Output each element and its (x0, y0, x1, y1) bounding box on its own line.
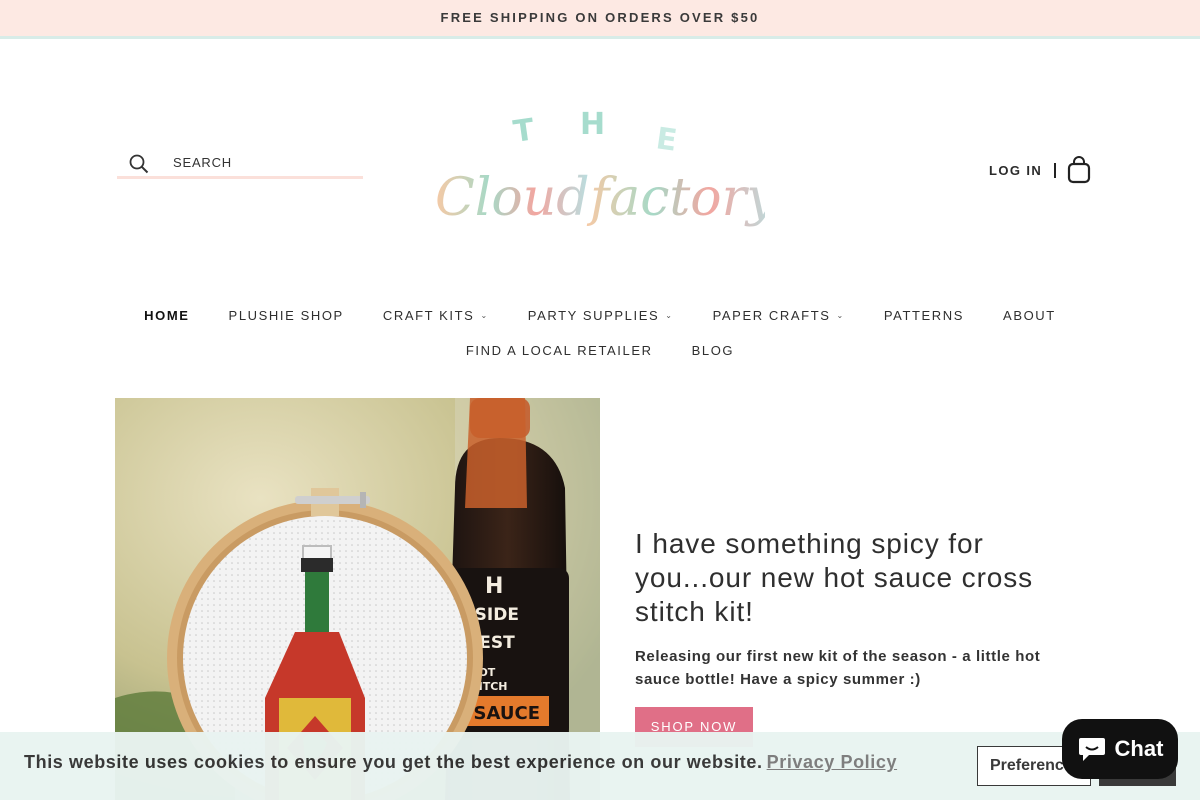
nav-item-home[interactable]: HOME (144, 308, 189, 323)
nav-item-label: BLOG (691, 342, 735, 358)
svg-text:Cloud: Cloud (435, 168, 590, 228)
chat-widget-button[interactable]: Chat (1062, 719, 1178, 779)
nav-item-label: CRAFT KITS (382, 307, 475, 323)
nav-item-label: PLUSHIE SHOP (228, 307, 344, 323)
account-area: LOG IN (989, 150, 1091, 190)
chevron-down-icon: ⌄ (480, 310, 489, 320)
hero-title: I have something spicy for you...our new… (635, 528, 1034, 627)
nav-item-label: PAPER CRAFTS (712, 307, 831, 323)
search-field[interactable]: SEARCH (117, 148, 363, 179)
account-separator (1054, 162, 1057, 178)
nav-item-label: PATTERNS (883, 307, 965, 323)
main-nav-secondary: FIND A LOCAL RETAILER BLOG (0, 340, 1200, 360)
nav-item-plushie-shop[interactable]: PLUSHIE SHOP (229, 308, 344, 323)
nav-item-craft-kits[interactable]: CRAFT KITS ⌄ (383, 308, 489, 323)
privacy-policy-link[interactable]: Privacy Policy (767, 752, 897, 772)
search-icon[interactable] (129, 154, 149, 174)
svg-text:factory: factory (586, 168, 765, 228)
nav-item-patterns[interactable]: PATTERNS (884, 308, 964, 323)
nav-item-label: PARTY SUPPLIES (527, 307, 660, 323)
svg-text:H: H (485, 574, 503, 599)
chevron-down-icon: ⌄ (836, 310, 845, 320)
announcement-divider (0, 36, 1200, 39)
chat-bubble-icon (1078, 738, 1105, 761)
announcement-bar: FREE SHIPPING ON ORDERS OVER $50 (0, 0, 1200, 36)
cookie-text: This website uses cookies to ensure you … (24, 752, 763, 772)
site-logo[interactable]: T H E Cloud factory (425, 100, 765, 250)
nav-item-party-supplies[interactable]: PARTY SUPPLIES ⌄ (528, 308, 674, 323)
nav-item-label: FIND A LOCAL RETAILER (465, 342, 653, 358)
login-link[interactable]: LOG IN (989, 163, 1042, 178)
search-label[interactable]: SEARCH (173, 155, 232, 170)
svg-text:E: E (654, 121, 679, 159)
chevron-down-icon: ⌄ (665, 310, 674, 320)
nav-item-find-a-local-retailer[interactable]: FIND A LOCAL RETAILER (466, 343, 653, 358)
svg-text:T: T (511, 112, 537, 150)
svg-text:H: H (580, 107, 605, 142)
cookie-banner: This website uses cookies to ensure you … (0, 732, 1200, 800)
cart-icon[interactable] (1067, 156, 1091, 184)
cookie-message: This website uses cookies to ensure you … (24, 752, 897, 773)
main-nav: HOME PLUSHIE SHOP CRAFT KITS ⌄ PARTY SUPPLIE… (0, 305, 1200, 325)
chat-label: Chat (1114, 736, 1164, 761)
announcement-text: FREE SHIPPING ON ORDERS OVER $50 (440, 10, 760, 25)
nav-item-paper-crafts[interactable]: PAPER CRAFTS ⌄ (713, 308, 845, 323)
nav-item-label: ABOUT (1003, 307, 1056, 323)
hero-description: Releasing our first new kit of the seaso… (635, 648, 1041, 688)
nav-item-blog[interactable]: BLOG (692, 343, 735, 358)
nav-item-label: HOME (144, 307, 190, 323)
nav-item-about[interactable]: ABOUT (1003, 308, 1056, 323)
